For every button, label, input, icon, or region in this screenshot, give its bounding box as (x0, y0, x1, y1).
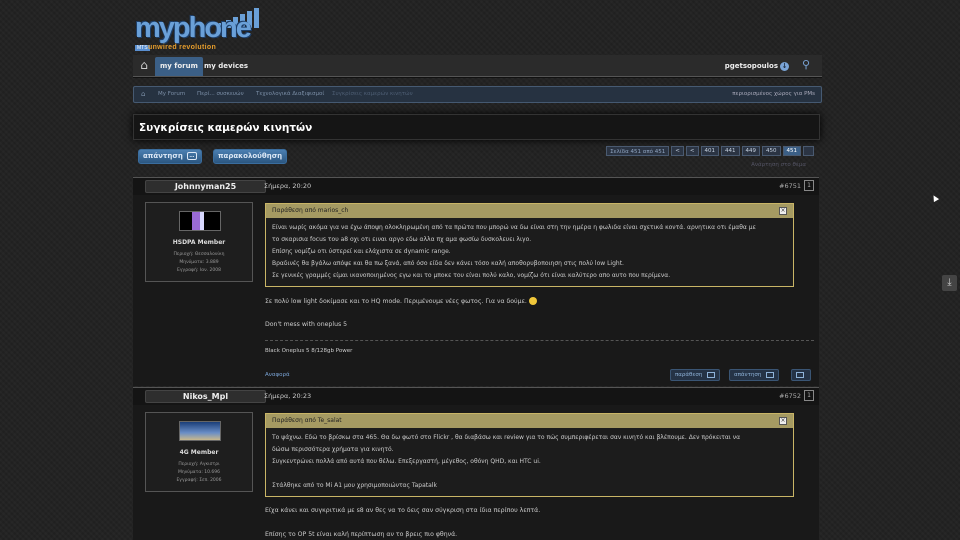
user-post-count: Μηνύματα: 10.696 (177, 470, 221, 475)
plus-icon (796, 371, 804, 378)
quote-line (272, 468, 787, 480)
prev-page-button[interactable]: < (685, 146, 699, 156)
tab-my-devices[interactable]: my devices (199, 57, 253, 76)
page-link[interactable]: 450 (762, 146, 781, 156)
quote-header: Παράθεση από Te_salat × (266, 414, 793, 428)
quote-header: Παράθεση από marios_ch × (266, 204, 793, 218)
reply-label: απάντηση (143, 152, 183, 160)
user-rank: HSDPA Member (172, 239, 226, 246)
page-link[interactable]: 449 (741, 146, 760, 156)
page-jump-button[interactable] (803, 146, 814, 156)
pagination: Σελίδα 451 από 451 < < 401 441 449 450 4… (606, 146, 814, 156)
reply-post-button[interactable]: απάντηση (729, 369, 780, 381)
top-navbar: ⌂ my forum my devices pgetsopoulos ↓ ⚲ (133, 55, 822, 77)
quote-line: Το ψάχνω. Εδώ το βρίσκω στα 465. Θα δω φ… (272, 434, 741, 441)
user-card: 4G Member Περιοχή: Αγκιστρι Μηνύματα: 10… (145, 412, 253, 492)
home-icon[interactable]: ⌂ (137, 59, 151, 72)
user-join-date: Εγγραφή: Ιαν. 2008 (177, 268, 221, 273)
multiquote-button[interactable] (791, 369, 811, 381)
logo-subtitle: unwired revolution (148, 44, 217, 51)
breadcrumb: ⌂ My Forum Περί... συσκευών Τεχνολογικά … (133, 86, 822, 103)
follow-button[interactable]: παρακολούθηση (213, 149, 288, 164)
user-location: Περιοχή: Θεσσαλονίκη (173, 252, 225, 257)
post-line: Είχα κάνει και συγκριτικά με s8 αν θες ν… (265, 507, 541, 514)
avatar[interactable] (179, 421, 221, 441)
mouse-cursor-icon (930, 193, 940, 203)
post-username[interactable]: Johnnyman25 (145, 180, 266, 193)
quote-icon (707, 371, 716, 378)
post: Nikos_Mpl Σήμερα, 20:23 #6752 1 4G Membe… (133, 387, 819, 540)
post-select-box[interactable]: 1 (804, 180, 814, 191)
post-line: Don't mess with oneplus 5 (265, 321, 348, 328)
page-indicator[interactable]: Σελίδα 451 από 451 (606, 146, 670, 156)
breadcrumb-item[interactable]: My Forum (158, 87, 185, 102)
post-number[interactable]: #6752 (779, 392, 801, 400)
quote-line: Βραδινές θα βγάλω απόψε και θα πω ξανά, … (272, 260, 624, 267)
page-link[interactable]: 401 (700, 146, 719, 156)
reply-button[interactable]: απάντηση… (138, 149, 202, 164)
post-header: Johnnyman25 Σήμερα, 20:20 #6751 1 (133, 178, 819, 195)
post-line: Σε πολύ low light δοκίμασε και το HQ mod… (265, 298, 527, 305)
post-signature: Black Oneplus 5 8/128gb Power (265, 348, 353, 354)
close-icon[interactable]: × (779, 417, 787, 425)
thumb-icon (766, 371, 775, 378)
quote-block: Παράθεση από marios_ch × Είναι νωρίς ακόμ… (265, 203, 794, 287)
post: Johnnyman25 Σήμερα, 20:20 #6751 1 HSDPA … (133, 177, 819, 386)
quote-line: Επίσης νομίζω οτι ύστερεί και ελάχιστα σ… (272, 248, 451, 255)
follow-label: παρακολούθηση (218, 152, 283, 160)
search-icon[interactable]: ⚲ (802, 59, 814, 71)
post-date: Σήμερα, 20:20 (264, 182, 312, 190)
signature-divider (265, 340, 814, 341)
post-date: Σήμερα, 20:23 (264, 392, 312, 400)
quote-author: Παράθεση από Te_salat (272, 417, 342, 424)
breadcrumb-current: Συγκρίσεις καμερών κινητών (332, 91, 413, 97)
user-location: Περιοχή: Αγκιστρι (178, 462, 220, 467)
post-line: Επίσης το OP 5t είναι καλή περίπτωση αν … (265, 531, 458, 538)
post-text: Σε πολύ low light δοκίμασε και το HQ mod… (265, 297, 537, 305)
post-number[interactable]: #6751 (779, 182, 801, 190)
quote-line: Είναι νωρίς ακόμα για να έχω άποψη ολοκλ… (272, 224, 756, 231)
quote-button[interactable]: παράθεση (670, 369, 721, 381)
first-page-button[interactable]: < (671, 146, 684, 156)
quote-line: Σε γενικές γραμμές είμαι ικανοποιημένος … (272, 272, 671, 279)
user-card: HSDPA Member Περιοχή: Θεσσαλονίκη Μηνύμα… (145, 202, 253, 282)
home-icon[interactable]: ⌂ (141, 90, 149, 98)
speech-bubble-icon: … (186, 152, 197, 160)
breadcrumb-item[interactable]: Τεχνολογικά Διαξιφισμοί (256, 87, 324, 102)
pm-notice[interactable]: περιορισμένος χώρος για PMs (732, 87, 815, 102)
download-icon[interactable]: ⤓ (942, 275, 957, 291)
quote-block: Παράθεση από Te_salat × Το ψάχνω. Εδώ το … (265, 413, 794, 497)
logo-text: myphone (135, 12, 252, 44)
user-menu[interactable]: pgetsopoulos ↓ (722, 58, 792, 74)
user-join-date: Εγγραφή: Σεπ. 2006 (176, 478, 222, 483)
thread-title-box: Συγκρίσεις καμερών κινητών (133, 114, 820, 140)
quote-line: Συγκεντρώνει πολλά από αυτά που θέλω. Επ… (272, 458, 541, 465)
quote-label: παράθεση (675, 372, 703, 378)
site-logo[interactable]: myphone MTS unwired revolution (135, 8, 260, 54)
page-title: Συγκρίσεις καμερών κινητών (139, 122, 313, 134)
close-icon[interactable]: × (779, 207, 787, 215)
page-link[interactable]: 441 (721, 146, 740, 156)
breadcrumb-item[interactable]: Περί... συσκευών (197, 87, 244, 102)
report-link[interactable]: Αναφορά (265, 372, 290, 378)
download-circle-icon: ↓ (780, 61, 789, 71)
pager-subtext: Ανάρτηση στο θέμα (751, 162, 806, 168)
quote-body: Το ψάχνω. Εδώ το βρίσκω στα 465. Θα δω φ… (266, 428, 793, 496)
post-select-box[interactable]: 1 (804, 390, 814, 401)
quote-line: Στάλθηκε από το Mi A1 μου χρησιμοποιώντα… (272, 482, 437, 489)
username-label: pgetsopoulos (724, 62, 778, 70)
reply-label: απάντηση (734, 372, 762, 378)
post-username[interactable]: Nikos_Mpl (145, 390, 266, 403)
avatar[interactable] (179, 211, 221, 231)
current-page: 451 (782, 146, 801, 156)
post-header: Nikos_Mpl Σήμερα, 20:23 #6752 1 (133, 388, 819, 405)
quote-line: το σκαρισια focus του a8 οχι οτι ειναι α… (272, 236, 532, 243)
quote-line: δώσω περισσότερα χρήματα για κινητό. (272, 446, 394, 453)
smiley-icon (528, 297, 537, 305)
tab-my-forum[interactable]: my forum (155, 57, 203, 76)
quote-author: Παράθεση από marios_ch (272, 207, 349, 214)
quote-body: Είναι νωρίς ακόμα για να έχω άποψη ολοκλ… (266, 218, 793, 286)
user-rank: 4G Member (179, 449, 219, 456)
user-post-count: Μηνύματα: 3.889 (179, 260, 219, 265)
